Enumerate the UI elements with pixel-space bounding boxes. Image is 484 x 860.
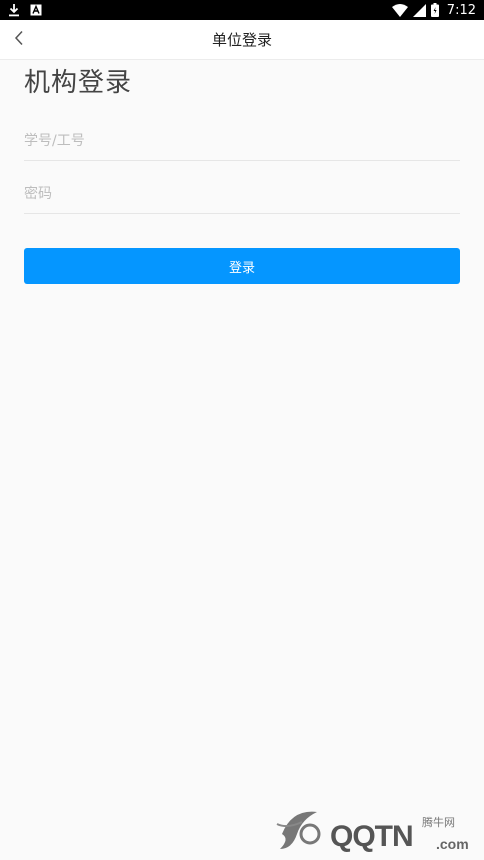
watermark-cn-text: 腾牛网 xyxy=(422,816,455,829)
account-field xyxy=(24,121,460,161)
page-title: 单位登录 xyxy=(211,31,272,49)
status-bar-right: 7:12 xyxy=(391,2,476,18)
password-input[interactable] xyxy=(24,174,460,213)
login-heading: 机构登录 xyxy=(24,68,133,98)
watermark-brand: QQTN xyxy=(330,820,414,853)
password-field xyxy=(24,174,460,214)
account-input[interactable] xyxy=(24,121,460,160)
login-button[interactable]: 登录 xyxy=(24,248,460,284)
battery-icon xyxy=(430,3,439,17)
download-icon xyxy=(8,3,20,17)
app-header: 单位登录 xyxy=(0,20,484,60)
status-bar-left xyxy=(8,3,42,17)
status-time: 7:12 xyxy=(446,2,476,18)
wifi-icon xyxy=(391,3,408,17)
watermark-logo-icon xyxy=(272,804,332,858)
signal-icon xyxy=(412,3,426,17)
watermark-domain: .com xyxy=(436,836,469,852)
status-bar: 7:12 xyxy=(0,0,484,20)
watermark: 腾牛网 QQTN .com xyxy=(272,800,480,856)
notification-a-icon xyxy=(30,4,42,16)
